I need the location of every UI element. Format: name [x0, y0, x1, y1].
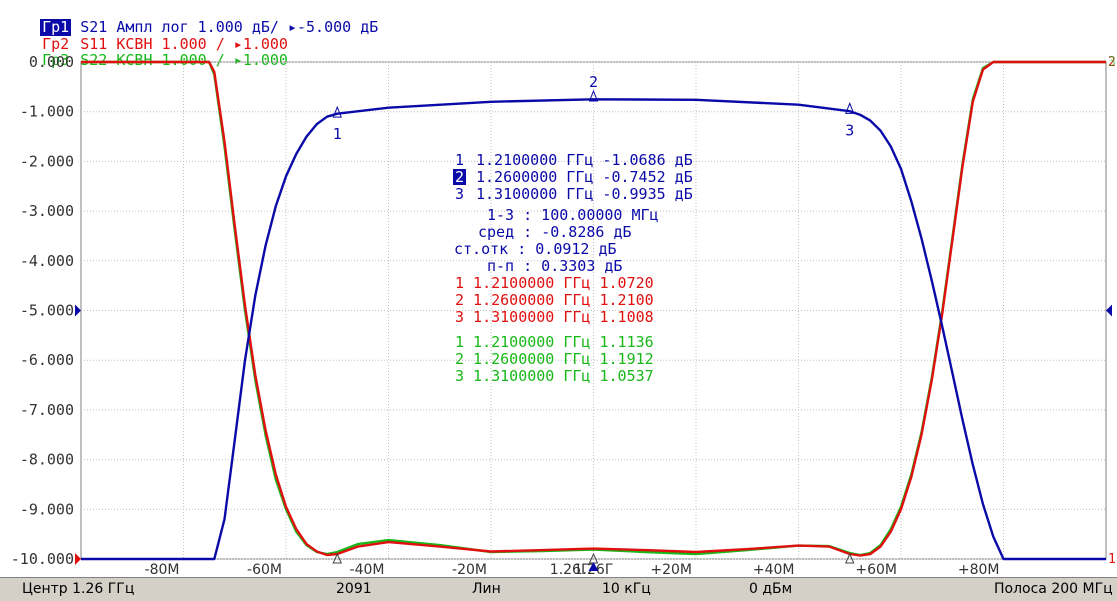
y-tick-label: -5.000 [20, 302, 74, 320]
x-tick-label: +60М [855, 562, 897, 577]
marker-label: 3 [845, 121, 854, 139]
y-tick-label: -10.000 [11, 550, 74, 568]
readout-s22-row: 2 1.2600000 ГГц 1.1912 [455, 350, 654, 368]
readout-s22-row: 3 1.3100000 ГГц 1.0537 [455, 367, 654, 385]
y-tick-label: -9.000 [20, 500, 74, 518]
readout-s21-row: 1.2100000 ГГц -1.0686 дБ [476, 151, 693, 169]
readout-s11-row: 1 1.2100000 ГГц 1.0720 [455, 274, 654, 292]
marker-label: 2 [589, 73, 598, 91]
chart-canvas[interactable]: 0.000 -1.000 -2.000 -3.000 -4.000 -5.000 -6.00… [0, 0, 1117, 577]
readout-s21-row: 1.3100000 ГГц -0.9935 дБ [476, 185, 693, 203]
y-tick-label: -1.000 [20, 103, 74, 121]
x-tick-label: -20М [452, 562, 487, 577]
status-sweep[interactable]: Лин [472, 581, 501, 597]
readout-s21-num: 3 [455, 185, 464, 203]
y-tick-label: -8.000 [20, 451, 74, 469]
x-tick-label: -80М [145, 562, 180, 577]
readout-s11-row: 3 1.3100000 ГГц 1.1008 [455, 308, 654, 326]
status-span[interactable]: Полоса 200 МГц [994, 581, 1113, 597]
status-points[interactable]: 2091 [336, 581, 372, 597]
s11-ref-left-icon [75, 553, 81, 565]
readout-s21-num: 1 [455, 151, 464, 169]
readout-stat-row: п-п : 0.3303 дБ [487, 257, 622, 275]
readout-stat-row: ст.отк : 0.0912 дБ [454, 240, 617, 258]
marker-label: 1 [333, 125, 342, 143]
right-marker-3: 3 [1108, 55, 1116, 70]
readout-s11-row: 2 1.2600000 ГГц 1.2100 [455, 291, 654, 309]
y-tick-label: -7.000 [20, 401, 74, 419]
y-tick-label: -2.000 [20, 152, 74, 170]
x-tick-label: +40М [753, 562, 795, 577]
right-marker-1: 1 [1108, 552, 1116, 567]
x-tick-label: -40М [350, 562, 385, 577]
readout-stat-row: 1-3 : 100.00000 МГц [487, 206, 659, 224]
readout-stat-row: сред : -0.8286 дБ [478, 223, 632, 241]
status-bar: Центр 1.26 ГГц 2091 Лин 10 кГц 0 дБм Пол… [0, 577, 1117, 601]
y-tick-label: -6.000 [20, 351, 74, 369]
status-center[interactable]: Центр 1.26 ГГц [22, 581, 134, 597]
readout-s22-row: 1 1.2100000 ГГц 1.1136 [455, 333, 654, 351]
status-ifbw[interactable]: 10 кГц [602, 581, 651, 597]
y-tick-label: -3.000 [20, 202, 74, 220]
x-tick-label: +80М [958, 562, 1000, 577]
readout-s21-num: 2 [455, 168, 464, 186]
y-tick-label: 0.000 [29, 53, 74, 71]
x-tick-label: -60М [247, 562, 282, 577]
status-power[interactable]: 0 дБм [749, 581, 792, 597]
x-tick-label: +20М [650, 562, 692, 577]
ref-level-right-icon [1106, 304, 1112, 317]
readout-s21-row: 1.2600000 ГГц -0.7452 дБ [476, 168, 693, 186]
y-tick-label: -4.000 [20, 252, 74, 270]
ref-level-left-icon [75, 304, 81, 317]
